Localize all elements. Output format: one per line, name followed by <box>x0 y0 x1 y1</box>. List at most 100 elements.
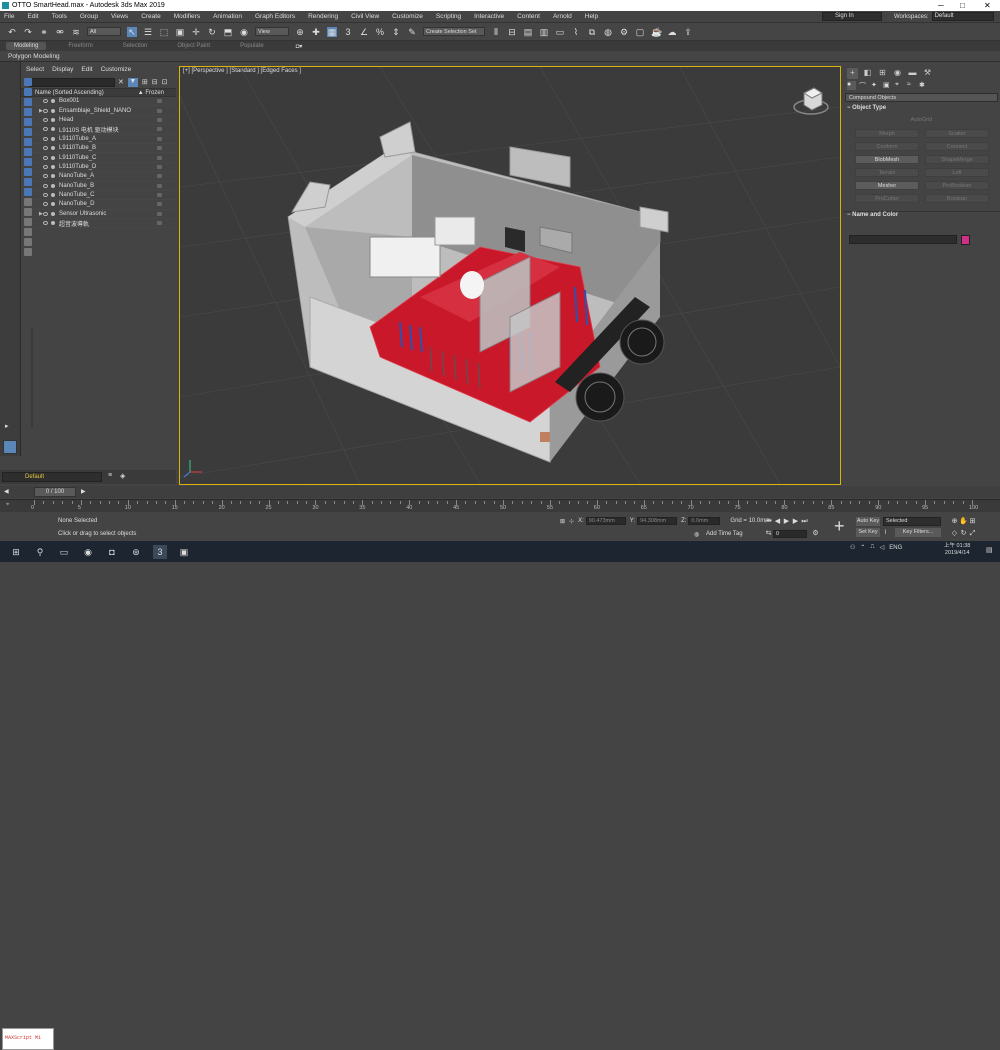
angle-snap-icon[interactable]: ∠ <box>359 27 369 37</box>
orbit-icon[interactable]: ↻ <box>959 529 968 538</box>
display-lights-icon[interactable] <box>24 108 32 116</box>
key-mode-icon[interactable]: ⇆ <box>764 529 773 538</box>
rectangle-selection-icon[interactable]: ⬚ <box>159 27 169 37</box>
scene-list-item[interactable]: Head <box>21 116 176 126</box>
display-bones-icon[interactable] <box>24 168 32 176</box>
set-key-button[interactable]: Set Key <box>856 528 880 537</box>
display-none-filter-icon[interactable] <box>24 208 32 216</box>
maxscript-listener[interactable]: MAXScript Mi <box>2 1028 54 1050</box>
ribbon-tab-populate[interactable]: Populate <box>232 42 272 50</box>
reference-coordinate-dropdown[interactable]: View <box>255 27 289 36</box>
redo-icon[interactable]: ↷ <box>23 27 33 37</box>
polygon-modeling-label[interactable]: Polygon Modeling <box>8 53 60 60</box>
scene-list-item[interactable]: L9110Tube_D <box>21 163 176 173</box>
menu-create[interactable]: Create <box>141 13 161 20</box>
y-coordinate-field[interactable]: 94.308mm <box>637 517 678 525</box>
edit-named-selection-icon[interactable]: ✎ <box>407 27 417 37</box>
schematic-view-icon[interactable]: ⧉ <box>587 27 597 37</box>
a360-gallery-icon[interactable]: ⇪ <box>683 27 693 37</box>
display-groups-icon[interactable] <box>24 148 32 156</box>
object-type-button-procutter[interactable]: ProCutter <box>855 194 919 203</box>
object-type-button-blobmesh[interactable]: BlobMesh <box>855 155 919 164</box>
zoom-all-icon[interactable]: ⊞ <box>968 517 977 526</box>
ribbon-tab-selection[interactable]: Selection <box>115 42 156 50</box>
visibility-eye-icon[interactable] <box>43 127 48 132</box>
scene-menu-customize[interactable]: Customize <box>101 66 132 73</box>
object-type-button-boolean[interactable]: Boolean <box>925 194 989 203</box>
menu-civil-view[interactable]: Civil View <box>351 13 379 20</box>
tray-network-icon[interactable]: ⎍ <box>870 544 874 551</box>
field-of-view-icon[interactable]: ◇ <box>950 529 959 538</box>
undo-icon[interactable]: ↶ <box>7 27 17 37</box>
toggle-scene-explorer-icon[interactable]: ▤ <box>523 27 533 37</box>
lights-icon[interactable]: ✦ <box>871 81 880 90</box>
frozen-toggle-icon[interactable] <box>157 164 162 169</box>
steam-icon[interactable]: ⊛ <box>129 545 143 559</box>
object-type-button-mesher[interactable]: Mesher <box>855 181 919 190</box>
toggle-layer-explorer-icon[interactable]: ▥ <box>539 27 549 37</box>
sign-in-dropdown[interactable]: Sign In <box>822 12 882 21</box>
menu-scripting[interactable]: Scripting <box>436 13 461 20</box>
scene-menu-display[interactable]: Display <box>52 66 73 73</box>
visibility-eye-icon[interactable] <box>43 193 48 198</box>
funnel-icon[interactable] <box>24 238 32 246</box>
viewport-layout-icon[interactable] <box>3 440 17 454</box>
menu-arnold[interactable]: Arnold <box>553 13 572 20</box>
display-helpers-icon[interactable] <box>24 128 32 136</box>
create-category-dropdown[interactable]: Compound Objects <box>845 93 998 102</box>
frozen-toggle-icon[interactable] <box>157 117 162 122</box>
scene-scroll-track[interactable] <box>31 328 33 428</box>
viewcube[interactable] <box>792 83 830 117</box>
scene-search-input[interactable] <box>29 77 115 87</box>
expand-arrow-icon[interactable]: ▶ <box>39 211 43 217</box>
display-geometry-icon[interactable] <box>24 88 32 96</box>
helpers-icon[interactable]: ⌖ <box>895 81 904 90</box>
key-filters-button[interactable]: Key Filters... <box>895 528 941 537</box>
column-name-header[interactable]: Name (Sorted Ascending) <box>35 90 104 96</box>
frozen-toggle-icon[interactable] <box>157 127 162 132</box>
time-slider-right-arrow[interactable]: ▶ <box>81 488 86 495</box>
minimize-button[interactable]: ─ <box>938 1 944 10</box>
menu-group[interactable]: Group <box>80 13 98 20</box>
scene-list-item[interactable]: L9110S 电机 驱动模块 <box>21 125 176 135</box>
frozen-toggle-icon[interactable] <box>157 202 162 207</box>
curve-editor-icon[interactable]: ⌇ <box>571 27 581 37</box>
object-type-button-loft[interactable]: Loft <box>925 168 989 177</box>
keyboard-shortcut-override-icon[interactable]: ▦ <box>327 26 337 37</box>
play-icon[interactable]: ▶ <box>782 517 791 526</box>
motion-tab-icon[interactable]: ◉ <box>892 68 903 79</box>
visibility-eye-icon[interactable] <box>43 146 48 151</box>
object-type-button-terrain[interactable]: Terrain <box>855 168 919 177</box>
spinner-snap-icon[interactable]: ⇕ <box>391 27 401 37</box>
display-xrefs-icon[interactable] <box>24 158 32 166</box>
ribbon-tab-freeform[interactable]: Freeform <box>60 42 100 50</box>
object-type-button-scatter[interactable]: Scatter <box>925 129 989 138</box>
ide-icon[interactable]: ◘ <box>105 545 119 559</box>
select-by-name-icon[interactable]: ☰ <box>143 27 153 37</box>
layer-dropdown[interactable]: Default <box>2 472 102 482</box>
expand-layout-icon[interactable]: ▸ <box>5 422 9 430</box>
previous-frame-icon[interactable]: ◀ <box>773 517 782 526</box>
lock-selection-icon[interactable]: ⊠ <box>560 518 565 525</box>
toggle-ribbon-icon[interactable]: ▭ <box>555 27 565 37</box>
container-icon[interactable]: ⊡ <box>162 78 168 86</box>
time-tag-icon[interactable]: ◍ <box>694 531 699 538</box>
tray-up-icon[interactable]: ⌃ <box>860 544 865 551</box>
frozen-toggle-icon[interactable] <box>157 183 162 188</box>
x-coordinate-field[interactable]: 90.473mm <box>585 517 626 525</box>
scene-list-item[interactable]: NanoTube_B <box>21 182 176 191</box>
track-bar-key-icon[interactable]: ⌖ <box>6 502 9 509</box>
visibility-eye-icon[interactable] <box>43 174 48 179</box>
menu-animation[interactable]: Animation <box>213 13 242 20</box>
frozen-toggle-icon[interactable] <box>157 193 162 198</box>
perspective-viewport[interactable]: [+] [Perspective ] [Standard ] [Edged Fa… <box>179 66 841 485</box>
cameras-icon[interactable]: ▣ <box>883 81 892 90</box>
maximize-viewport-icon[interactable]: ⤢ <box>968 529 977 538</box>
ribbon-tab-object-paint[interactable]: Object Paint <box>169 42 218 50</box>
systems-icon[interactable]: ✱ <box>919 81 928 90</box>
menu-content[interactable]: Content <box>517 13 540 20</box>
menu-edit[interactable]: Edit <box>27 13 38 20</box>
app-taskbar-icon[interactable]: ▣ <box>177 545 191 559</box>
ribbon-options-icon[interactable]: ◘▾ <box>296 43 303 50</box>
menu-modifiers[interactable]: Modifiers <box>174 13 200 20</box>
